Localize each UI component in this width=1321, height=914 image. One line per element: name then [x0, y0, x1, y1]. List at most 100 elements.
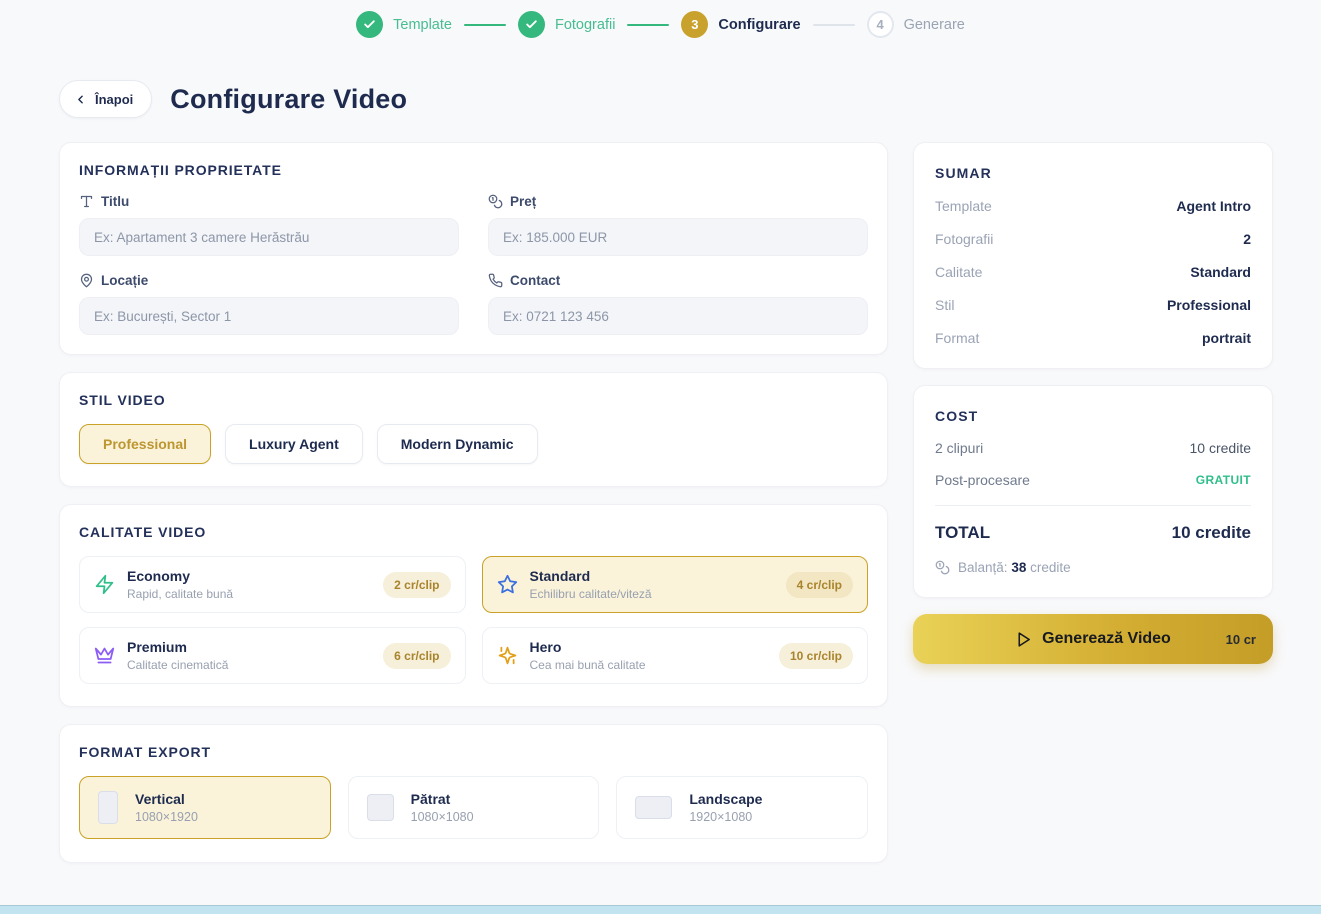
- quality-option-title: Economy: [127, 568, 371, 584]
- step-done-circle: [518, 11, 545, 38]
- format-option-title: Vertical: [135, 791, 198, 807]
- free-badge: GRATUIT: [1196, 473, 1251, 487]
- quality-card: CALITATE VIDEO Economy Rapid, calitate b…: [59, 504, 888, 707]
- field-locatie-label: Locație: [79, 273, 459, 288]
- format-heading: FORMAT EXPORT: [79, 744, 868, 760]
- back-button[interactable]: Înapoi: [59, 80, 152, 118]
- wizard-stepper: Template Fotografii 3 Configurare 4 Gene…: [0, 0, 1321, 38]
- style-card: STIL VIDEO Professional Luxury Agent Mod…: [59, 372, 888, 487]
- map-pin-icon: [79, 273, 94, 288]
- step-generare[interactable]: 4 Generare: [867, 11, 965, 38]
- pret-input[interactable]: [488, 218, 868, 256]
- style-heading: STIL VIDEO: [79, 392, 868, 408]
- cost-value: 10 credite: [1190, 440, 1251, 456]
- style-options: Professional Luxury Agent Modern Dynamic: [79, 424, 868, 467]
- style-option-professional[interactable]: Professional: [79, 424, 211, 464]
- quality-option-hero[interactable]: Hero Cea mai bună calitate 10 cr/clip: [482, 627, 869, 684]
- quality-option-text: Premium Calitate cinematică: [127, 639, 371, 672]
- crown-icon: [94, 645, 115, 666]
- format-option-patrat[interactable]: Pătrat 1080×1080: [348, 776, 600, 839]
- total-row: TOTAL 10 credite: [935, 523, 1251, 543]
- contact-input[interactable]: [488, 297, 868, 335]
- field-contact: Contact: [488, 273, 868, 335]
- quality-option-text: Standard Echilibru calitate/viteză: [530, 568, 774, 601]
- field-pret: Preț: [488, 194, 868, 256]
- titlu-input[interactable]: [79, 218, 459, 256]
- generate-button-label: Generează Video: [1042, 630, 1171, 648]
- summary-heading: SUMAR: [935, 165, 1251, 181]
- total-value: 10 credite: [1172, 523, 1251, 543]
- summary-label: Calitate: [935, 264, 982, 280]
- summary-card: SUMAR Template Agent Intro Fotografii 2 …: [913, 142, 1273, 369]
- cost-divider: [935, 505, 1251, 506]
- square-rect-icon: [367, 794, 394, 821]
- field-pret-label: Preț: [488, 194, 868, 209]
- coins-icon: [935, 560, 950, 575]
- vertical-rect-icon: [98, 791, 118, 824]
- quality-option-subtitle: Cea mai bună calitate: [530, 658, 767, 672]
- quality-option-title: Standard: [530, 568, 774, 584]
- left-column: INFORMAȚII PROPRIETATE Titlu: [59, 142, 888, 863]
- property-info-card: INFORMAȚII PROPRIETATE Titlu: [59, 142, 888, 355]
- summary-label: Template: [935, 198, 992, 214]
- summary-row-stil: Stil Professional: [935, 297, 1251, 313]
- stepper-connector: [627, 24, 669, 26]
- format-option-title: Pătrat: [411, 791, 474, 807]
- format-option-vertical[interactable]: Vertical 1080×1920: [79, 776, 331, 839]
- step-number-badge: 4: [867, 11, 894, 38]
- field-label-text: Titlu: [101, 194, 129, 209]
- type-icon: [79, 194, 94, 209]
- quality-option-economy[interactable]: Economy Rapid, calitate bună 2 cr/clip: [79, 556, 466, 613]
- generate-video-button[interactable]: Generează Video 10 cr: [913, 614, 1273, 664]
- summary-value: Agent Intro: [1176, 198, 1251, 214]
- field-label-text: Locație: [101, 273, 148, 288]
- locatie-input[interactable]: [79, 297, 459, 335]
- balance-value: 38: [1011, 560, 1026, 575]
- quality-option-subtitle: Echilibru calitate/viteză: [530, 587, 774, 601]
- stepper-connector: [464, 24, 506, 26]
- format-options: Vertical 1080×1920 Pătrat 1080×1080 Land…: [79, 776, 868, 843]
- style-option-luxury-agent[interactable]: Luxury Agent: [225, 424, 363, 464]
- quality-heading: CALITATE VIDEO: [79, 524, 868, 540]
- step-configurare[interactable]: 3 Configurare: [681, 11, 800, 38]
- quality-option-text: Economy Rapid, calitate bună: [127, 568, 371, 601]
- style-option-modern-dynamic[interactable]: Modern Dynamic: [377, 424, 538, 464]
- summary-value: Standard: [1190, 264, 1251, 280]
- coins-icon: [488, 194, 503, 209]
- summary-value: 2: [1243, 231, 1251, 247]
- field-label-text: Contact: [510, 273, 560, 288]
- cost-label: 2 clipuri: [935, 440, 983, 456]
- total-label: TOTAL: [935, 523, 990, 543]
- field-locatie: Locație: [79, 273, 459, 335]
- main-content: INFORMAȚII PROPRIETATE Titlu: [59, 142, 1321, 863]
- balance-prefix: Balanță:: [958, 560, 1008, 575]
- field-label-text: Preț: [510, 194, 536, 209]
- step-template[interactable]: Template: [356, 11, 452, 38]
- generate-button-cost: 10 cr: [1226, 632, 1256, 647]
- quality-option-standard[interactable]: Standard Echilibru calitate/viteză 4 cr/…: [482, 556, 869, 613]
- format-option-landscape[interactable]: Landscape 1920×1080: [616, 776, 868, 839]
- cost-label: Post-procesare: [935, 472, 1030, 488]
- cost-row-clips: 2 clipuri 10 credite: [935, 440, 1251, 456]
- cost-card: COST 2 clipuri 10 credite Post-procesare…: [913, 385, 1273, 598]
- step-fotografii[interactable]: Fotografii: [518, 11, 615, 38]
- format-card: FORMAT EXPORT Vertical 1080×1920 Pătrat …: [59, 724, 888, 863]
- summary-label: Stil: [935, 297, 954, 313]
- quality-option-subtitle: Calitate cinematică: [127, 658, 371, 672]
- step-label: Fotografii: [555, 17, 615, 33]
- summary-value: portrait: [1202, 330, 1251, 346]
- format-option-text: Landscape 1920×1080: [689, 791, 762, 824]
- quality-option-price-badge: 6 cr/clip: [383, 643, 450, 669]
- format-option-title: Landscape: [689, 791, 762, 807]
- right-column: SUMAR Template Agent Intro Fotografii 2 …: [913, 142, 1273, 863]
- quality-option-title: Premium: [127, 639, 371, 655]
- summary-row-calitate: Calitate Standard: [935, 264, 1251, 280]
- chevron-left-icon: [74, 93, 87, 106]
- page-header: Înapoi Configurare Video: [59, 80, 1321, 118]
- format-option-text: Pătrat 1080×1080: [411, 791, 474, 824]
- quality-option-premium[interactable]: Premium Calitate cinematică 6 cr/clip: [79, 627, 466, 684]
- summary-label: Format: [935, 330, 979, 346]
- quality-option-subtitle: Rapid, calitate bună: [127, 587, 371, 601]
- field-titlu-label: Titlu: [79, 194, 459, 209]
- page-title: Configurare Video: [170, 84, 407, 115]
